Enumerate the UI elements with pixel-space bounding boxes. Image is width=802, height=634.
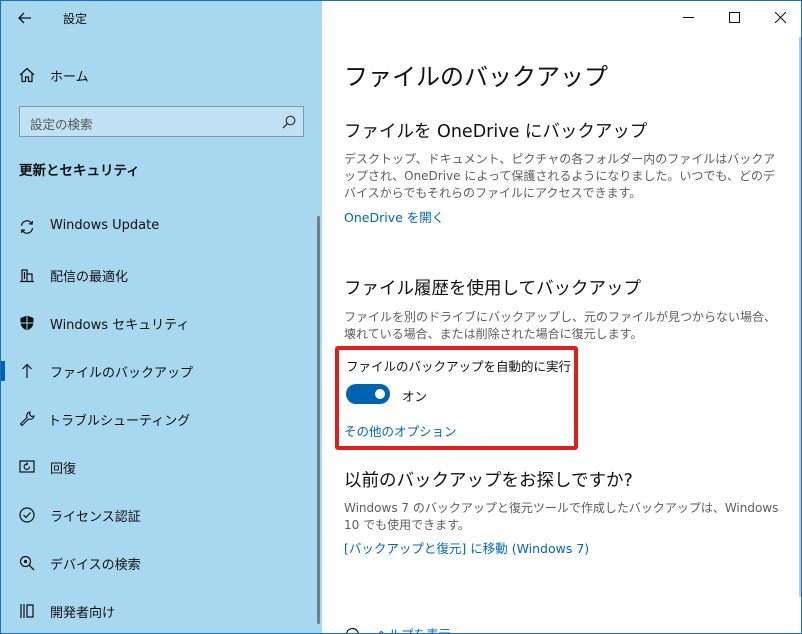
toggle-state-text: オン: [402, 389, 428, 404]
search-input[interactable]: 設定の検索: [19, 106, 304, 137]
settings-window: 設定 ホーム 設定の検索 更新とセキュリティ Windows Update 配信…: [0, 0, 802, 634]
sync-icon: [20, 220, 34, 234]
sidebar-item-label: トラブルシューティング: [48, 414, 191, 429]
minimize-button[interactable]: [665, 1, 711, 33]
sidebar-item-label: ライセンス認証: [50, 510, 141, 525]
main-content: ファイルのバックアップ ファイルを OneDrive にバックアップ デスクトッ…: [322, 1, 801, 633]
sidebar-item-home[interactable]: ホーム: [1, 61, 322, 89]
back-arrow-icon: [18, 12, 31, 24]
sidebar-item-troubleshoot[interactable]: トラブルシューティング: [1, 402, 322, 436]
file-history-heading: ファイル履歴を使用してバックアップ: [344, 279, 641, 299]
sidebar-item-label: ファイルのバックアップ: [50, 366, 194, 381]
check-circle-icon: [19, 507, 35, 523]
backup-restore-link[interactable]: [バックアップと復元] に移動 (Windows 7): [344, 538, 589, 557]
sidebar-scrollbar[interactable]: [317, 216, 320, 624]
close-button[interactable]: [757, 1, 801, 33]
backup-arrow-icon: [22, 363, 32, 378]
wrench-icon: [19, 411, 35, 427]
sidebar-item-developer[interactable]: 開発者向け: [1, 594, 322, 628]
developer-icon: [20, 604, 34, 618]
sidebar-item-label: 開発者向け: [50, 606, 116, 621]
onedrive-description: デスクトップ、ドキュメント、ピクチャの各フォルダー内のファイルはバックアップされ…: [344, 152, 776, 200]
title-bar: 設定: [1, 1, 322, 35]
older-backup-description: Windows 7 のバックアップと復元ツールで作成したバックアップは、Wind…: [344, 501, 779, 532]
sidebar-item-delivery-optimization[interactable]: 配信の最適化: [1, 258, 322, 292]
auto-backup-label: ファイルのバックアップを自動的に実行: [346, 359, 572, 374]
help-icon: [346, 627, 359, 633]
sidebar-item-find-device[interactable]: デバイスの検索: [1, 546, 322, 580]
help-link[interactable]: ヘルプを表示: [376, 624, 451, 633]
file-history-description: ファイルを別のドライブにバックアップし、元のファイルが見つからない場合、壊れてい…: [344, 310, 777, 341]
main-scrollbar[interactable]: [799, 37, 801, 597]
toggle-knob: [375, 389, 385, 399]
sidebar-item-activation[interactable]: ライセンス認証: [1, 498, 322, 532]
maximize-button[interactable]: [711, 1, 757, 33]
sidebar-item-file-backup[interactable]: ファイルのバックアップ: [1, 354, 322, 388]
app-title: 設定: [63, 12, 88, 26]
search-placeholder: 設定の検索: [30, 117, 93, 132]
onedrive-heading: ファイルを OneDrive にバックアップ: [344, 122, 648, 142]
sidebar-item-label: Windows Update: [50, 218, 160, 233]
sidebar-item-recovery[interactable]: 回復: [1, 450, 322, 484]
older-backup-heading: 以前のバックアップをお探しですか?: [344, 471, 633, 491]
sidebar-item-label: ホーム: [50, 70, 89, 85]
sidebar-item-windows-update[interactable]: Windows Update: [1, 210, 322, 244]
page-title: ファイルのバックアップ: [344, 63, 608, 91]
sidebar-item-label: 回復: [50, 462, 77, 477]
auto-backup-toggle[interactable]: [346, 384, 390, 404]
open-onedrive-link[interactable]: OneDrive を開く: [344, 207, 444, 226]
sidebar-item-label: Windows セキュリティ: [50, 318, 190, 333]
shield-icon: [20, 315, 34, 331]
home-icon: [19, 67, 35, 83]
minimize-icon: [682, 16, 694, 18]
section-title: 更新とセキュリティ: [19, 163, 140, 179]
more-options-link[interactable]: その他のオプション: [344, 421, 457, 440]
sidebar-item-label: デバイスの検索: [50, 558, 141, 573]
search-icon: [282, 115, 296, 129]
maximize-icon: [728, 11, 740, 23]
sidebar: 設定 ホーム 設定の検索 更新とセキュリティ Windows Update 配信…: [1, 1, 322, 633]
recovery-icon: [19, 460, 35, 473]
back-button[interactable]: [13, 7, 37, 29]
sidebar-item-label: 配信の最適化: [50, 270, 129, 285]
close-icon: [774, 11, 786, 23]
find-device-icon: [19, 555, 35, 571]
active-indicator: [1, 361, 5, 381]
sidebar-item-windows-security[interactable]: Windows セキュリティ: [1, 306, 322, 340]
delivery-optimization-icon: [20, 269, 34, 283]
